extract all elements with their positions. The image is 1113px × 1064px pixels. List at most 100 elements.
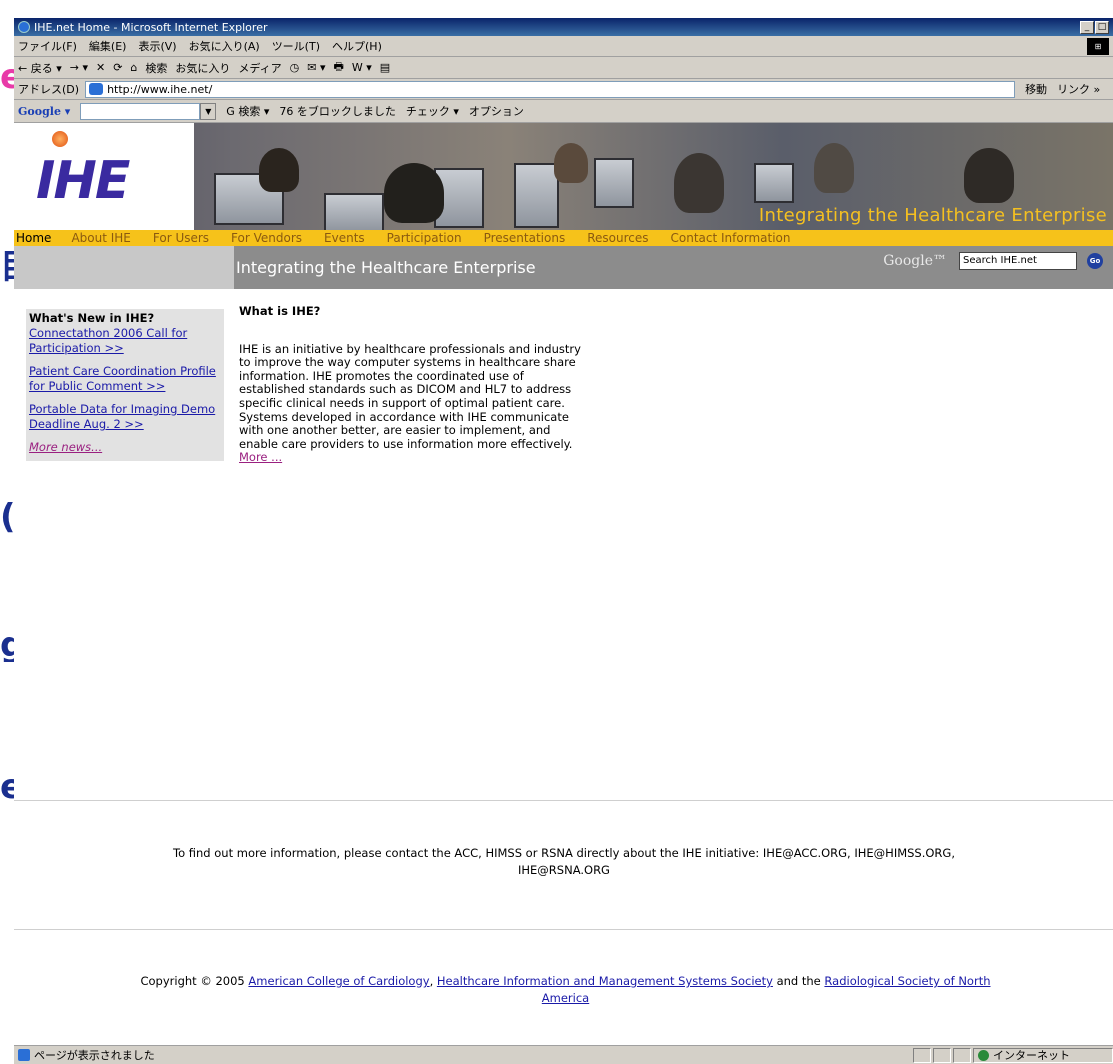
options-button[interactable]: オプション: [469, 103, 524, 119]
divider: [14, 800, 1113, 801]
photo-person: [554, 143, 588, 183]
maximize-button[interactable]: □: [1095, 20, 1109, 34]
history-button[interactable]: ◷: [290, 61, 300, 74]
news-box: What's New in IHE? Connectathon 2006 Cal…: [26, 309, 224, 461]
google-toolbar-input[interactable]: [80, 102, 201, 120]
page-done-icon: [18, 1049, 30, 1061]
rsna-link[interactable]: Radiological Society of North: [824, 974, 990, 988]
banner-tagline: Integrating the Healthcare Enterprise: [758, 205, 1107, 226]
article-title: What is IHE?: [239, 304, 321, 318]
favorites-button[interactable]: お気に入り: [175, 60, 230, 76]
photo-person: [384, 163, 444, 223]
menu-file[interactable]: ファイル(F): [18, 38, 77, 54]
nav-home[interactable]: Home: [16, 231, 51, 245]
copyright-sep: and the: [772, 974, 825, 988]
menu-bar: ファイル(F) 編集(E) 表示(V) お気に入り(A) ツール(T) ヘルプ(…: [14, 36, 1113, 57]
photo-monitor: [324, 193, 384, 230]
security-zone: インターネット: [973, 1047, 1113, 1063]
article-line: with one another better, are easier to i…: [239, 423, 551, 438]
rsna-link-continued[interactable]: America: [542, 991, 589, 1005]
site-nav: Home About IHE For Users For Vendors Eve…: [14, 230, 1113, 246]
page-icon: [89, 83, 104, 95]
stop-button[interactable]: ✕: [96, 61, 105, 74]
standard-toolbar: ← 戻る ▾ → ▾ ✕ ⟳ ⌂ 検索 お気に入り メディア ◷ ✉ ▾ 🖶 W…: [14, 57, 1113, 79]
globe-icon: [978, 1049, 989, 1061]
nav-for-vendors[interactable]: For Vendors: [231, 231, 302, 245]
himss-link[interactable]: Healthcare Information and Management Sy…: [437, 974, 773, 988]
news-link[interactable]: Connectathon 2006 Call for Participation…: [29, 326, 221, 356]
article-more-link[interactable]: More ...: [239, 451, 679, 465]
address-input[interactable]: http://www.ihe.net/: [85, 80, 1016, 98]
minimize-button[interactable]: _: [1080, 20, 1094, 34]
photo-monitor: [514, 163, 559, 228]
copyright-sep: ,: [429, 974, 437, 988]
window-title: IHE.net Home - Microsoft Internet Explor…: [34, 20, 268, 34]
title-bar: IHE.net Home - Microsoft Internet Explor…: [14, 18, 1113, 36]
more-news-link[interactable]: More news...: [29, 440, 221, 455]
sub-header: Integrating the Healthcare Enterprise Go…: [14, 246, 1113, 289]
chevron-down-icon[interactable]: ▼: [200, 102, 217, 120]
ihe-logo[interactable]: IHE: [36, 151, 130, 211]
back-button[interactable]: ← 戻る ▾: [18, 60, 62, 76]
google-search-button[interactable]: G 検索 ▾: [226, 103, 269, 119]
copyright: Copyright © 2005 American College of Car…: [28, 973, 1103, 1007]
contact-line: To find out more information, please con…: [173, 846, 955, 860]
web-page: IHE Integrating the Healthcare Enterpris…: [14, 123, 1113, 1045]
site-search-input[interactable]: Search IHE.net: [959, 252, 1077, 270]
menu-favorites[interactable]: お気に入り(A): [189, 38, 260, 54]
menu-tools[interactable]: ツール(T): [272, 38, 320, 54]
nav-participation[interactable]: Participation: [387, 231, 462, 245]
article-line: IHE is an initiative by healthcare profe…: [239, 341, 581, 356]
google-toolbar-logo[interactable]: Google ▾: [18, 105, 70, 118]
nav-resources[interactable]: Resources: [587, 231, 648, 245]
copyright-prefix: Copyright © 2005: [140, 974, 249, 988]
edit-button[interactable]: W ▾: [352, 61, 372, 74]
refresh-button[interactable]: ⟳: [113, 61, 122, 74]
home-button[interactable]: ⌂: [130, 61, 137, 74]
photo-person: [259, 148, 299, 192]
menu-view[interactable]: 表示(V): [138, 38, 176, 54]
forward-button[interactable]: → ▾: [70, 61, 88, 74]
main-content: What's New in IHE? Connectathon 2006 Cal…: [14, 289, 1113, 764]
photo-person: [674, 153, 724, 213]
photo-monitor: [754, 163, 794, 203]
news-link[interactable]: Portable Data for Imaging Demo Deadline …: [29, 402, 221, 432]
zone-label: インターネット: [993, 1049, 1070, 1062]
article-line: information. IHE promotes the coordinate…: [239, 368, 524, 383]
contact-line: IHE@RSNA.ORG: [518, 863, 610, 877]
news-link[interactable]: Patient Care Coordination Profile for Pu…: [29, 364, 221, 394]
acc-link[interactable]: American College of Cardiology: [248, 974, 429, 988]
windows-logo-icon: ⊞: [1087, 37, 1109, 55]
divider: [14, 929, 1113, 930]
photo-person: [964, 148, 1014, 203]
nav-about-ihe[interactable]: About IHE: [71, 231, 130, 245]
mail-button[interactable]: ✉ ▾: [307, 61, 325, 74]
photo-person: [814, 143, 854, 193]
discuss-button[interactable]: ▤: [380, 61, 390, 74]
menu-help[interactable]: ヘルプ(H): [332, 38, 382, 54]
search-button[interactable]: 検索: [145, 60, 167, 76]
address-url: http://www.ihe.net/: [107, 82, 213, 96]
contact-info: To find out more information, please con…: [54, 845, 1074, 879]
ihe-banner: IHE Integrating the Healthcare Enterpris…: [14, 123, 1113, 230]
spell-check-button[interactable]: チェック ▾: [406, 103, 459, 119]
go-button[interactable]: 移動: [1025, 81, 1047, 97]
nav-for-users[interactable]: For Users: [153, 231, 209, 245]
what-is-ihe: What is IHE? IHE is an initiative by hea…: [239, 304, 679, 465]
article-line: established standards such as DICOM and …: [239, 382, 572, 397]
site-search-go-button[interactable]: Go: [1087, 253, 1103, 269]
status-segment: [913, 1047, 931, 1063]
status-text: ページが表示されました: [34, 1049, 155, 1062]
nav-contact-information[interactable]: Contact Information: [671, 231, 791, 245]
status-segment: [953, 1047, 971, 1063]
article-line: Systems developed in accordance with IHE…: [239, 409, 569, 424]
popup-blocked-button[interactable]: 76 をブロックしました: [279, 103, 396, 119]
print-button[interactable]: 🖶: [334, 58, 344, 77]
links-button[interactable]: リンク »: [1057, 81, 1100, 97]
nav-events[interactable]: Events: [324, 231, 365, 245]
menu-edit[interactable]: 編集(E): [89, 38, 127, 54]
browser-window: IHE.net Home - Microsoft Internet Explor…: [14, 18, 1113, 1064]
nav-presentations[interactable]: Presentations: [484, 231, 566, 245]
status-bar: ページが表示されました インターネット: [14, 1045, 1113, 1064]
media-button[interactable]: メディア: [238, 60, 281, 76]
